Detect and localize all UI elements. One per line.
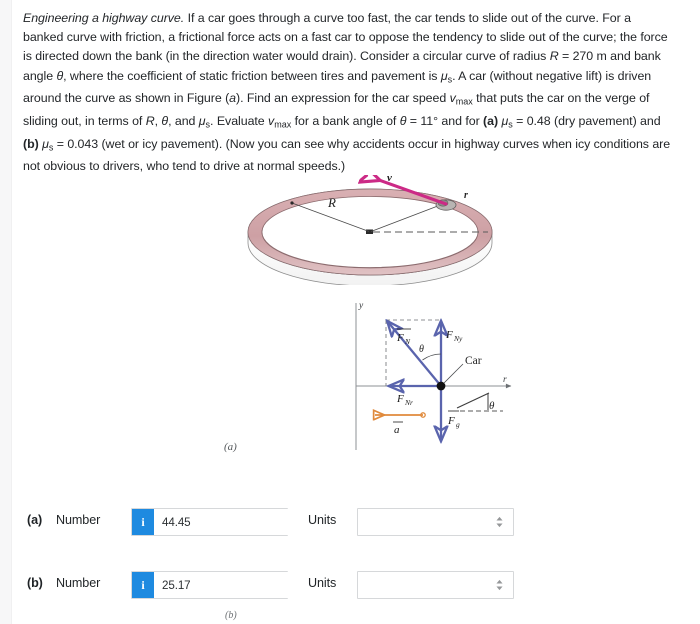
radius-label: R (327, 195, 336, 210)
figures-container: R v r θ (a) y r θ Car F N F Ny F Nr F g … (0, 170, 700, 621)
answer-row-a-units-select[interactable] (357, 508, 514, 536)
gravity-force-label-sub: g (456, 420, 460, 429)
problem-title: Engineering a highway curve. (23, 11, 185, 25)
answer-row-b: (b) Number i Units (0, 571, 700, 601)
answer-row-a-units-label: Units (308, 513, 337, 527)
radius-endpoint (290, 201, 294, 205)
velocity-label: v (387, 175, 392, 184)
mu-b-note: wet or icy pavement (105, 136, 215, 151)
mu-a-value: 0.48 (526, 114, 551, 129)
radius-value: 270 m (572, 49, 607, 64)
normal-force-y-label: F (445, 329, 453, 341)
problem-body: If a car goes through a curve too fast, … (23, 11, 671, 174)
answer-row-a-letter: (a) (27, 513, 43, 527)
answer-row-b-number-label: Number (56, 576, 101, 590)
answer-row-b-number-group: i (131, 571, 324, 599)
chevron-up-down-icon (496, 579, 503, 591)
theta-label: θ (419, 344, 424, 355)
acceleration-label: a (394, 424, 400, 436)
figure-a-banked-curve: R v r (247, 175, 493, 285)
normal-force-vector (388, 322, 442, 387)
problem-page: Engineering a highway curve. If a car go… (0, 0, 700, 624)
radial-label: r (464, 190, 468, 201)
acceleration-label-group: a (393, 421, 403, 436)
figure-b-caption: (b) (225, 610, 237, 621)
normal-force-label: F (396, 332, 404, 344)
normal-force-label-sub: N (404, 337, 411, 346)
normal-force-y-label-sub: Ny (453, 334, 463, 343)
normal-force-label-group: F N (396, 328, 411, 346)
mu-a-note: dry pavement (558, 114, 633, 129)
problem-statement: Engineering a highway curve. If a car go… (23, 9, 671, 177)
figure-a-caption: (a) (224, 441, 237, 453)
answer-row-a-number-input[interactable] (154, 509, 324, 535)
info-icon[interactable]: i (132, 572, 154, 598)
normal-force-r-label-group: F Nr (396, 393, 413, 407)
answer-row-b-units-select[interactable] (357, 571, 514, 599)
track-center-marker (366, 229, 373, 234)
theta-arc (422, 353, 442, 361)
r-axis-label: r (503, 375, 507, 385)
answer-row-b-number-input[interactable] (154, 572, 324, 598)
normal-force-y-label-group: F Ny (445, 329, 463, 343)
normal-force-r-label-sub: Nr (404, 398, 413, 407)
answer-row-a-number-label: Number (56, 513, 101, 527)
answer-row-a: (a) Number i Units (0, 508, 700, 538)
answer-row-b-units-label: Units (308, 576, 337, 590)
car-leader-line (443, 363, 464, 384)
info-icon[interactable]: i (132, 509, 154, 535)
gravity-force-label: F (447, 415, 455, 427)
answer-row-b-letter: (b) (27, 576, 43, 590)
chevron-up-down-icon (496, 516, 503, 528)
y-axis-label: y (358, 301, 364, 311)
mu-b-value: 0.043 (67, 136, 99, 151)
answer-row-a-number-group: i (131, 508, 324, 536)
gravity-force-label-group: F g (447, 410, 460, 429)
figure-b-free-body-diagram: y r θ Car F N F Ny F Nr F g a (355, 301, 512, 450)
normal-force-r-label: F (396, 393, 404, 405)
car-label: Car (465, 355, 482, 367)
bank-angle-value: 11° (420, 114, 439, 129)
